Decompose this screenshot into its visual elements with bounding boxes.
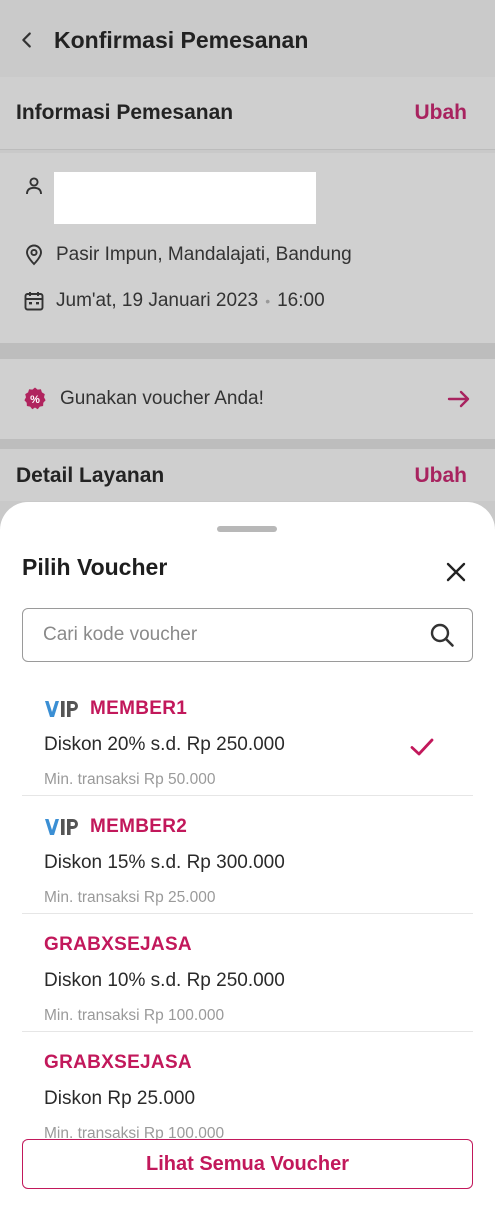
voucher-description: Diskon 15% s.d. Rp 300.000 xyxy=(44,852,285,873)
voucher-description: Diskon 20% s.d. Rp 250.000 xyxy=(44,734,285,755)
arrow-right-icon xyxy=(447,390,470,408)
voucher-min-transaction: Min. transaksi Rp 25.000 xyxy=(44,889,216,906)
use-voucher-row[interactable]: % Gunakan voucher Anda! xyxy=(0,359,495,439)
voucher-header: MEMBER1 xyxy=(44,698,187,720)
divider xyxy=(0,149,495,150)
sheet-drag-handle[interactable] xyxy=(217,526,277,532)
voucher-item[interactable]: MEMBER1 Diskon 20% s.d. Rp 250.000 Min. … xyxy=(22,678,473,796)
voucher-header: GRABXSEJASA xyxy=(44,1052,192,1074)
voucher-item[interactable]: GRABXSEJASA Diskon Rp 25.000 Min. transa… xyxy=(22,1032,473,1142)
location-text: Pasir Impun, Mandalajati, Bandung xyxy=(56,244,352,265)
voucher-item[interactable]: GRABXSEJASA Diskon 10% s.d. Rp 250.000 M… xyxy=(22,914,473,1032)
back-button[interactable] xyxy=(0,0,54,80)
close-button[interactable] xyxy=(440,556,472,588)
service-detail-edit-link[interactable]: Ubah xyxy=(415,464,468,488)
voucher-bottom-sheet: Pilih Voucher MEMBER1 Diskon 20% s.d. Rp… xyxy=(0,502,495,1208)
search-input[interactable] xyxy=(43,624,428,646)
calendar-icon xyxy=(24,292,44,311)
voucher-code: GRABXSEJASA xyxy=(44,1052,192,1073)
voucher-min-transaction: Min. transaksi Rp 50.000 xyxy=(44,771,216,788)
vip-logo-icon xyxy=(45,819,78,835)
voucher-list: MEMBER1 Diskon 20% s.d. Rp 250.000 Min. … xyxy=(22,678,473,1142)
see-all-vouchers-button[interactable]: Lihat Semua Voucher xyxy=(22,1139,473,1189)
voucher-header: GRABXSEJASA xyxy=(44,934,192,956)
section-gap xyxy=(0,343,495,359)
order-info-edit-link[interactable]: Ubah xyxy=(415,101,468,125)
schedule-row: Jum'at, 19 Januari 2023 • 16:00 xyxy=(22,289,325,313)
voucher-code: MEMBER1 xyxy=(90,698,188,719)
location-pin-icon xyxy=(26,244,42,266)
back-arrow-icon xyxy=(22,32,31,48)
voucher-header: MEMBER2 xyxy=(44,816,187,838)
section-gap xyxy=(0,439,495,449)
voucher-description: Diskon Rp 25.000 xyxy=(44,1088,196,1109)
close-icon xyxy=(446,562,466,582)
order-info-title: Informasi Pemesanan xyxy=(16,101,234,124)
voucher-code: GRABXSEJASA xyxy=(44,934,192,955)
order-info-header: Informasi Pemesanan Ubah xyxy=(0,77,495,149)
voucher-description: Diskon 10% s.d. Rp 250.000 xyxy=(44,970,285,991)
date-time-separator: • xyxy=(265,293,271,309)
time-text: 16:00 xyxy=(277,290,325,311)
search-icon[interactable] xyxy=(428,621,456,649)
person-icon xyxy=(26,177,42,195)
app-bar: Konfirmasi Pemesanan xyxy=(0,0,495,80)
location-row: Pasir Impun, Mandalajati, Bandung xyxy=(22,243,352,267)
date-text: Jum'at, 19 Januari 2023 xyxy=(56,290,259,311)
customer-row xyxy=(22,174,56,198)
sheet-title: Pilih Voucher xyxy=(22,554,168,580)
vip-logo-icon xyxy=(45,701,78,717)
use-voucher-text: Gunakan voucher Anda! xyxy=(60,388,264,409)
check-icon xyxy=(410,738,434,756)
svg-text:%: % xyxy=(30,394,40,406)
search-box xyxy=(22,608,473,662)
service-detail-title: Detail Layanan xyxy=(16,464,165,487)
service-detail-header: Detail Layanan Ubah xyxy=(0,449,495,501)
discount-badge-icon: % xyxy=(24,387,46,410)
voucher-min-transaction: Min. transaksi Rp 100.000 xyxy=(44,1007,225,1024)
page-title: Konfirmasi Pemesanan xyxy=(54,26,309,53)
redacted-customer-name xyxy=(54,172,316,224)
voucher-code: MEMBER2 xyxy=(90,816,188,837)
voucher-item[interactable]: MEMBER2 Diskon 15% s.d. Rp 300.000 Min. … xyxy=(22,796,473,914)
